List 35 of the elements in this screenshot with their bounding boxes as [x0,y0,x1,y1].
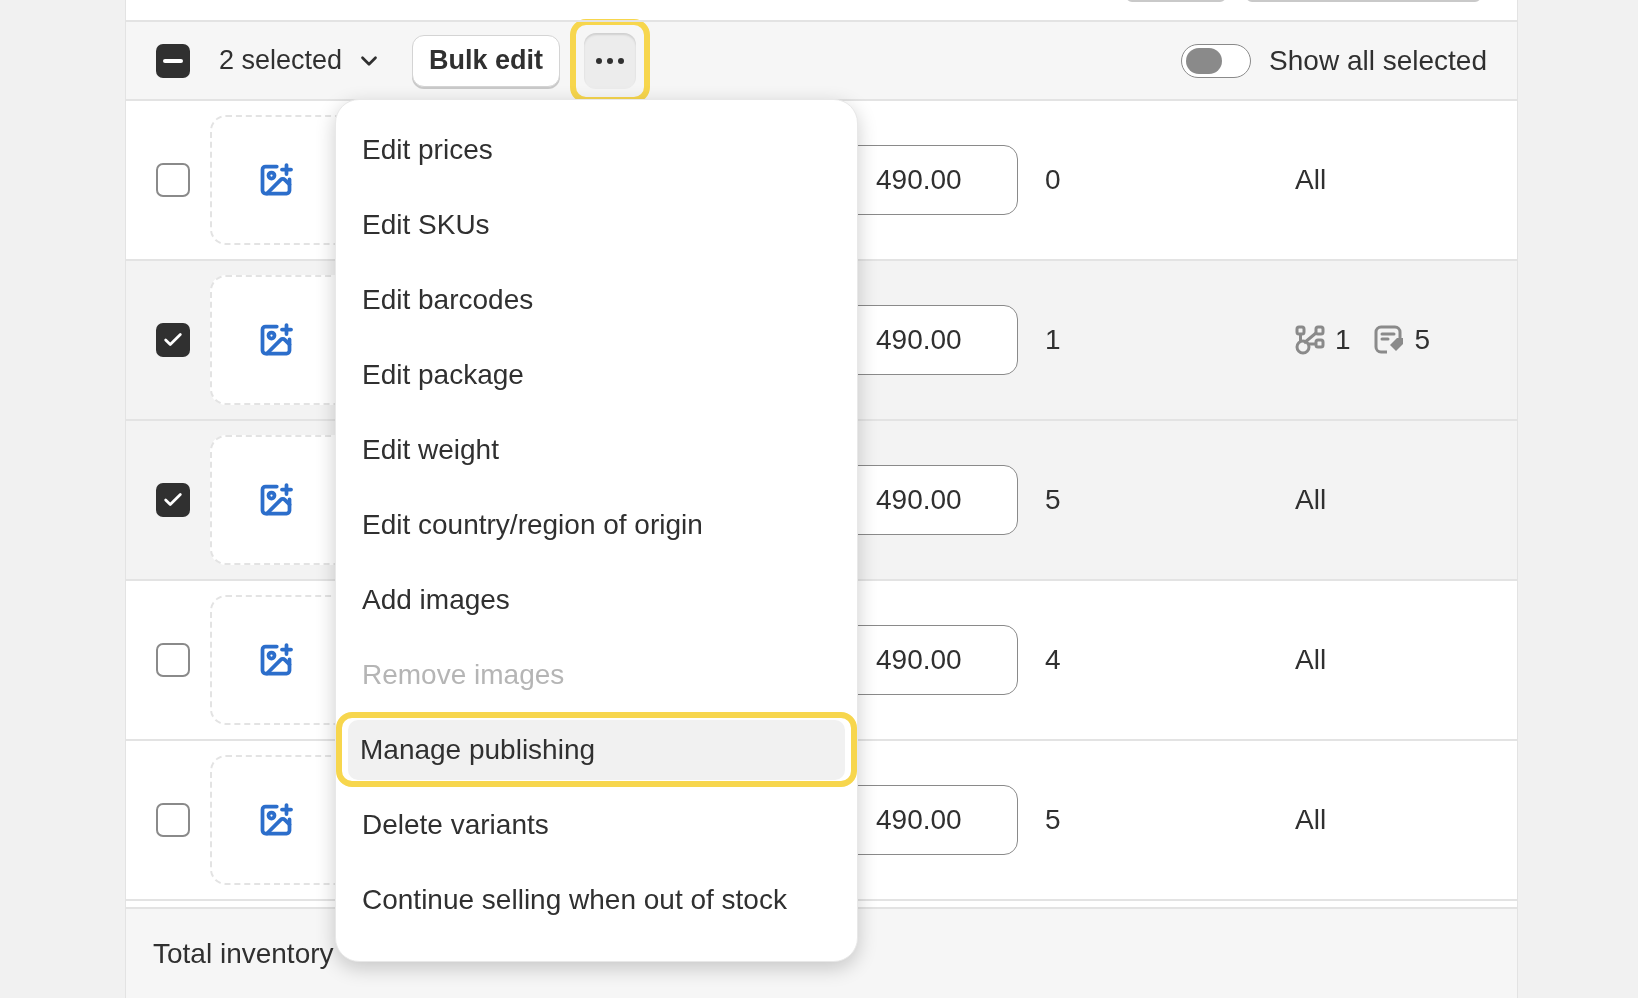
minus-icon [163,58,183,63]
quantity-text: 5 [1045,483,1062,517]
more-actions-button[interactable] [584,32,637,89]
add-image-icon [258,802,294,838]
bulk-edit-button[interactable]: Bulk edit [412,34,561,87]
menu-item[interactable]: Manage publishing [348,719,845,780]
checkbox[interactable] [156,483,190,517]
catalog-count: 5 [1414,323,1431,357]
checkbox[interactable] [156,323,190,357]
footer-text: Total inventory [153,936,334,971]
show-all-label: Show all selected [1269,43,1487,78]
checkbox[interactable] [156,643,190,677]
add-image-icon [258,642,294,678]
quantity-text: 5 [1045,803,1062,837]
add-image-icon [258,322,294,358]
checkbox[interactable] [156,803,190,837]
more-icon [596,57,625,64]
quantity-text: 1 [1045,323,1062,357]
availability-text: All [1295,803,1327,837]
add-image-icon [258,162,294,198]
select-all-checkbox[interactable] [156,43,190,78]
menu-item[interactable]: Continue selling when out of stock [350,878,843,921]
checkbox[interactable] [156,163,190,197]
availability-text: All [1295,643,1327,677]
availability-text: All [1295,163,1327,197]
show-all-toggle[interactable] [1181,43,1252,78]
availability-text: All [1295,483,1327,517]
quantity-text: 0 [1045,163,1062,197]
nodes-icon [1295,325,1325,355]
channel-count: 1 [1335,323,1351,357]
selection-dropdown[interactable]: 2 selected [219,40,383,81]
add-image-icon [258,482,294,518]
menu-item[interactable]: Add images [350,578,843,621]
tag-list-icon [1372,324,1405,356]
quantity-text: 4 [1045,643,1062,677]
